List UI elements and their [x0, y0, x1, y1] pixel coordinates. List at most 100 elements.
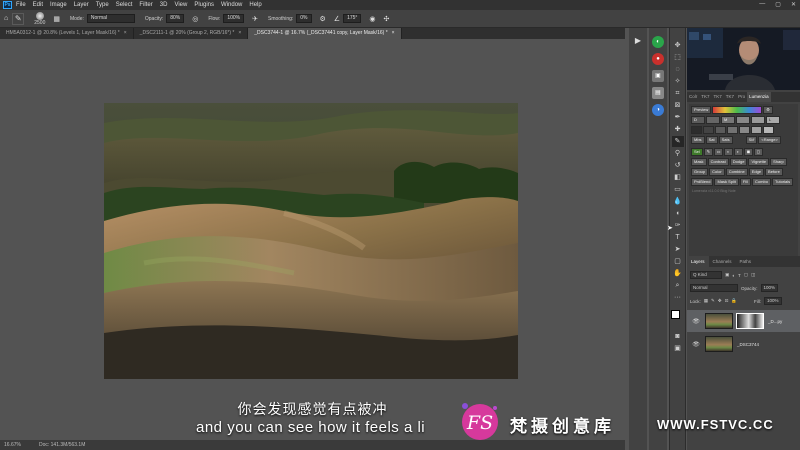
path-select-tool-icon[interactable]: ➤: [672, 244, 684, 255]
minimize-icon[interactable]: —: [759, 1, 765, 8]
dodge-button[interactable]: Dodge: [729, 158, 748, 166]
smoothing-settings-icon[interactable]: ⚙: [320, 15, 326, 23]
blur-tool-icon[interactable]: 💧: [672, 196, 684, 207]
play-action-icon[interactable]: ▶: [632, 36, 644, 46]
extension-red-icon[interactable]: ●: [652, 53, 664, 65]
layer-thumbnail[interactable]: [705, 336, 733, 352]
eyedropper-tool-icon[interactable]: ✒: [672, 112, 684, 123]
extension-green-icon[interactable]: ◐: [652, 36, 664, 48]
menu-file[interactable]: File: [16, 2, 26, 8]
prdblend-button[interactable]: PrdBlend: [691, 178, 714, 186]
layer-name[interactable]: _D...py: [768, 319, 782, 324]
filter-adjust-icon[interactable]: ◐: [732, 273, 735, 278]
sharp-button[interactable]: Sharp: [770, 158, 787, 166]
screen-mode-icon[interactable]: ▣: [672, 343, 684, 354]
menu-filter[interactable]: Filter: [139, 2, 152, 8]
menu-image[interactable]: Image: [50, 2, 67, 8]
opacity-field[interactable]: 80%: [166, 14, 185, 23]
visibility-eye-icon[interactable]: 👁: [691, 318, 701, 325]
filter-smart-icon[interactable]: ◫: [751, 272, 755, 278]
zone-4-button[interactable]: [736, 116, 750, 124]
layer-name[interactable]: _DSC3744: [737, 342, 759, 347]
mode-select[interactable]: Normal: [86, 14, 135, 23]
menu-view[interactable]: View: [174, 2, 187, 8]
edge-button[interactable]: Edge: [748, 168, 765, 176]
tab-layers[interactable]: Layers: [687, 256, 709, 267]
dodge-mini-icon[interactable]: ◖: [723, 148, 733, 156]
smoothing-field[interactable]: 0%: [296, 14, 312, 23]
combo-button[interactable]: Combo: [752, 178, 771, 186]
preview-button[interactable]: Preview: [691, 106, 712, 114]
shape-tool-icon[interactable]: ▢: [672, 256, 684, 267]
tab-tk7-1[interactable]: TK7: [699, 92, 711, 102]
fill-button[interactable]: Fill: [739, 178, 752, 186]
sat-button[interactable]: Sat: [705, 136, 718, 144]
blend-mode-select[interactable]: Normal: [690, 284, 738, 292]
mbs-button[interactable]: Mbs: [691, 136, 705, 144]
layer-thumbnail[interactable]: [705, 313, 733, 329]
lock-artboard-icon[interactable]: ⊡: [725, 298, 729, 304]
zone-2-button[interactable]: [706, 116, 720, 124]
layer-fill-field[interactable]: 100%: [763, 297, 782, 305]
color-swatches[interactable]: [670, 310, 685, 324]
airbrush-icon[interactable]: ✈: [252, 15, 258, 23]
lock-move-icon[interactable]: ✥: [718, 298, 722, 304]
tab-channels[interactable]: Channels: [709, 256, 736, 267]
lasso-tool-icon[interactable]: ◌: [672, 64, 684, 75]
lock-all-icon[interactable]: 🔒: [731, 298, 737, 304]
slf-button[interactable]: Sl/f: [745, 136, 758, 144]
vignette-button[interactable]: Vignette: [748, 158, 770, 166]
clear-mini-icon[interactable]: ◻: [753, 148, 763, 156]
document-image[interactable]: [104, 103, 518, 379]
tab-colr[interactable]: Colr: [687, 92, 699, 102]
move-tool-icon[interactable]: ✥: [672, 40, 684, 51]
extension-blue-icon[interactable]: ◑: [652, 104, 664, 116]
frame-tool-icon[interactable]: ⊠: [672, 100, 684, 111]
layer-opacity-field[interactable]: 100%: [760, 284, 779, 292]
quick-select-tool-icon[interactable]: ✧: [672, 76, 684, 87]
zone-swatch-6[interactable]: [751, 126, 762, 134]
maximize-icon[interactable]: ▢: [775, 1, 781, 8]
zoom-level[interactable]: 16.67%: [4, 442, 21, 448]
hand-tool-icon[interactable]: ✋: [672, 268, 684, 279]
zone-swatch-2[interactable]: [703, 126, 714, 134]
menu-type[interactable]: Type: [96, 2, 109, 8]
extension-gray-icon[interactable]: ▣: [652, 70, 664, 82]
brush-tool-preset-icon[interactable]: ✎: [12, 12, 25, 25]
menu-window[interactable]: Window: [221, 2, 242, 8]
group-button[interactable]: Group: [691, 168, 709, 176]
visibility-eye-icon[interactable]: 👁: [691, 341, 701, 348]
tab-tk7-3[interactable]: TK7: [724, 92, 736, 102]
symmetry-icon[interactable]: ✣: [384, 15, 390, 23]
brush-settings-icon[interactable]: ▦: [53, 15, 60, 23]
clone-stamp-tool-icon[interactable]: ⚲: [672, 148, 684, 159]
mask-button[interactable]: Mask: [691, 158, 707, 166]
close-icon[interactable]: ×: [392, 30, 395, 36]
menu-help[interactable]: Help: [249, 2, 261, 8]
layer-mask-thumbnail[interactable]: [736, 313, 764, 329]
zoom-tool-icon[interactable]: ⌕: [672, 280, 684, 291]
gradient-mini-icon[interactable]: ▭: [713, 148, 723, 156]
home-icon[interactable]: ⌂: [4, 15, 8, 22]
zone-d-button[interactable]: D: [691, 116, 705, 124]
menu-3d[interactable]: 3D: [160, 2, 168, 8]
foreground-color[interactable]: [670, 310, 680, 319]
angle-field[interactable]: 175°: [343, 14, 362, 23]
combine-button[interactable]: Combine: [725, 168, 748, 176]
color-zone-strip[interactable]: [712, 106, 763, 114]
zone-m-button[interactable]: M: [721, 116, 735, 124]
lock-pixels-icon[interactable]: ▦: [704, 298, 708, 304]
zone-swatch-7[interactable]: [763, 126, 774, 134]
fill-mini-icon[interactable]: ◼: [743, 148, 753, 156]
dodge-tool-icon[interactable]: ◖: [672, 208, 684, 219]
more-tools-icon[interactable]: ···: [672, 292, 684, 303]
mask-split-button[interactable]: Mask Split: [714, 178, 739, 186]
sel-button[interactable]: Sel: [691, 148, 703, 156]
doc-tab-3[interactable]: _DSC3744-1 @ 16.7% (_DSC37441 copy, Laye…: [248, 28, 402, 39]
crop-tool-icon[interactable]: ⌗: [672, 88, 684, 99]
lumenzia-settings-icon[interactable]: ⚙: [763, 106, 773, 114]
marquee-tool-icon[interactable]: ⬚: [672, 52, 684, 63]
tab-lumenzia[interactable]: Lumenzia: [747, 92, 771, 102]
layer-filter-kind[interactable]: Q Kind: [690, 271, 722, 279]
layer-row[interactable]: 👁 _DSC3744: [687, 333, 800, 355]
